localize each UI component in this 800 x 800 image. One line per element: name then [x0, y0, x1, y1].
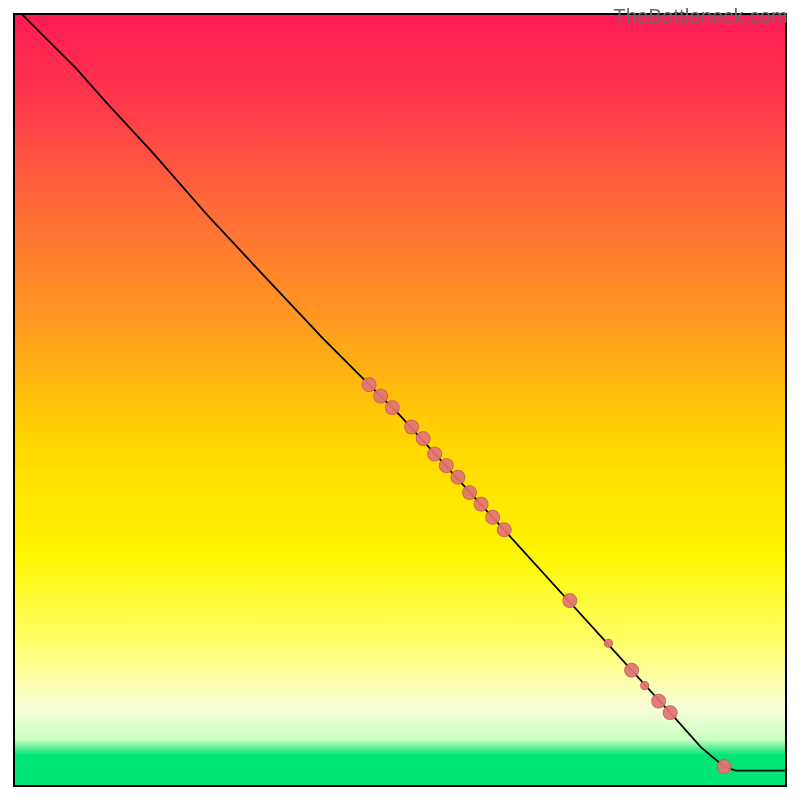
data-marker	[439, 459, 453, 473]
data-marker	[604, 639, 612, 647]
data-marker	[717, 760, 731, 774]
data-marker	[652, 694, 666, 708]
plot-background	[14, 14, 786, 786]
data-marker	[451, 470, 465, 484]
data-marker	[474, 497, 488, 511]
data-marker	[362, 378, 376, 392]
bottleneck-chart	[0, 0, 800, 800]
data-marker	[663, 706, 677, 720]
data-marker	[428, 447, 442, 461]
data-marker	[497, 523, 511, 537]
data-marker	[625, 663, 639, 677]
data-marker	[486, 510, 500, 524]
data-marker	[416, 432, 430, 446]
data-marker	[641, 681, 649, 689]
chart-container: TheBottleneck.com	[0, 0, 800, 800]
data-marker	[405, 420, 419, 434]
data-marker	[563, 594, 577, 608]
data-marker	[374, 389, 388, 403]
data-marker	[385, 401, 399, 415]
data-marker	[463, 486, 477, 500]
